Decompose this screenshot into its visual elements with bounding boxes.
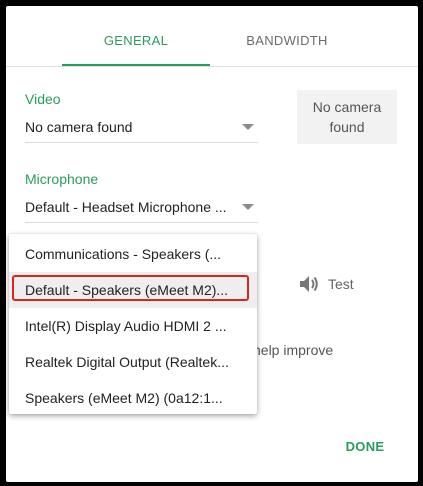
speaker-option-label: Default - Speakers (eMeet M2)...	[25, 282, 229, 298]
video-label: Video	[25, 91, 61, 107]
help-improve-text: help improve	[253, 342, 334, 358]
chevron-down-icon	[242, 204, 254, 210]
tab-general[interactable]: GENERAL	[62, 6, 210, 66]
microphone-select-value: Default - Headset Microphone ...	[25, 199, 227, 215]
camera-preview: No camera found	[297, 90, 397, 144]
speaker-option-communications[interactable]: Communications - Speakers (...	[9, 236, 257, 272]
speaker-option-intel-hdmi[interactable]: Intel(R) Display Audio HDMI 2 ...	[9, 308, 257, 344]
microphone-select[interactable]: Default - Headset Microphone ...	[25, 192, 258, 223]
done-button[interactable]: DONE	[340, 436, 390, 458]
camera-preview-text: No camera found	[312, 99, 382, 135]
tab-bar: GENERAL BANDWIDTH	[6, 6, 418, 67]
speaker-option-emeet[interactable]: Speakers (eMeet M2) (0a12:1...	[9, 380, 257, 416]
chevron-down-icon	[242, 124, 254, 130]
video-select[interactable]: No camera found	[25, 112, 258, 143]
speaker-dropdown-menu: Communications - Speakers (... Default -…	[9, 234, 257, 414]
speaker-icon	[300, 276, 318, 292]
settings-dialog: GENERAL BANDWIDTH Video No camera found …	[6, 6, 418, 482]
speaker-test-button[interactable]: Test	[298, 274, 354, 294]
speaker-option-default[interactable]: Default - Speakers (eMeet M2)...	[9, 272, 257, 308]
tab-bandwidth[interactable]: BANDWIDTH	[214, 6, 360, 64]
speaker-test-label: Test	[328, 276, 354, 292]
microphone-label: Microphone	[25, 171, 99, 187]
video-select-value: No camera found	[25, 119, 133, 135]
speaker-option-realtek[interactable]: Realtek Digital Output (Realtek...	[9, 344, 257, 380]
